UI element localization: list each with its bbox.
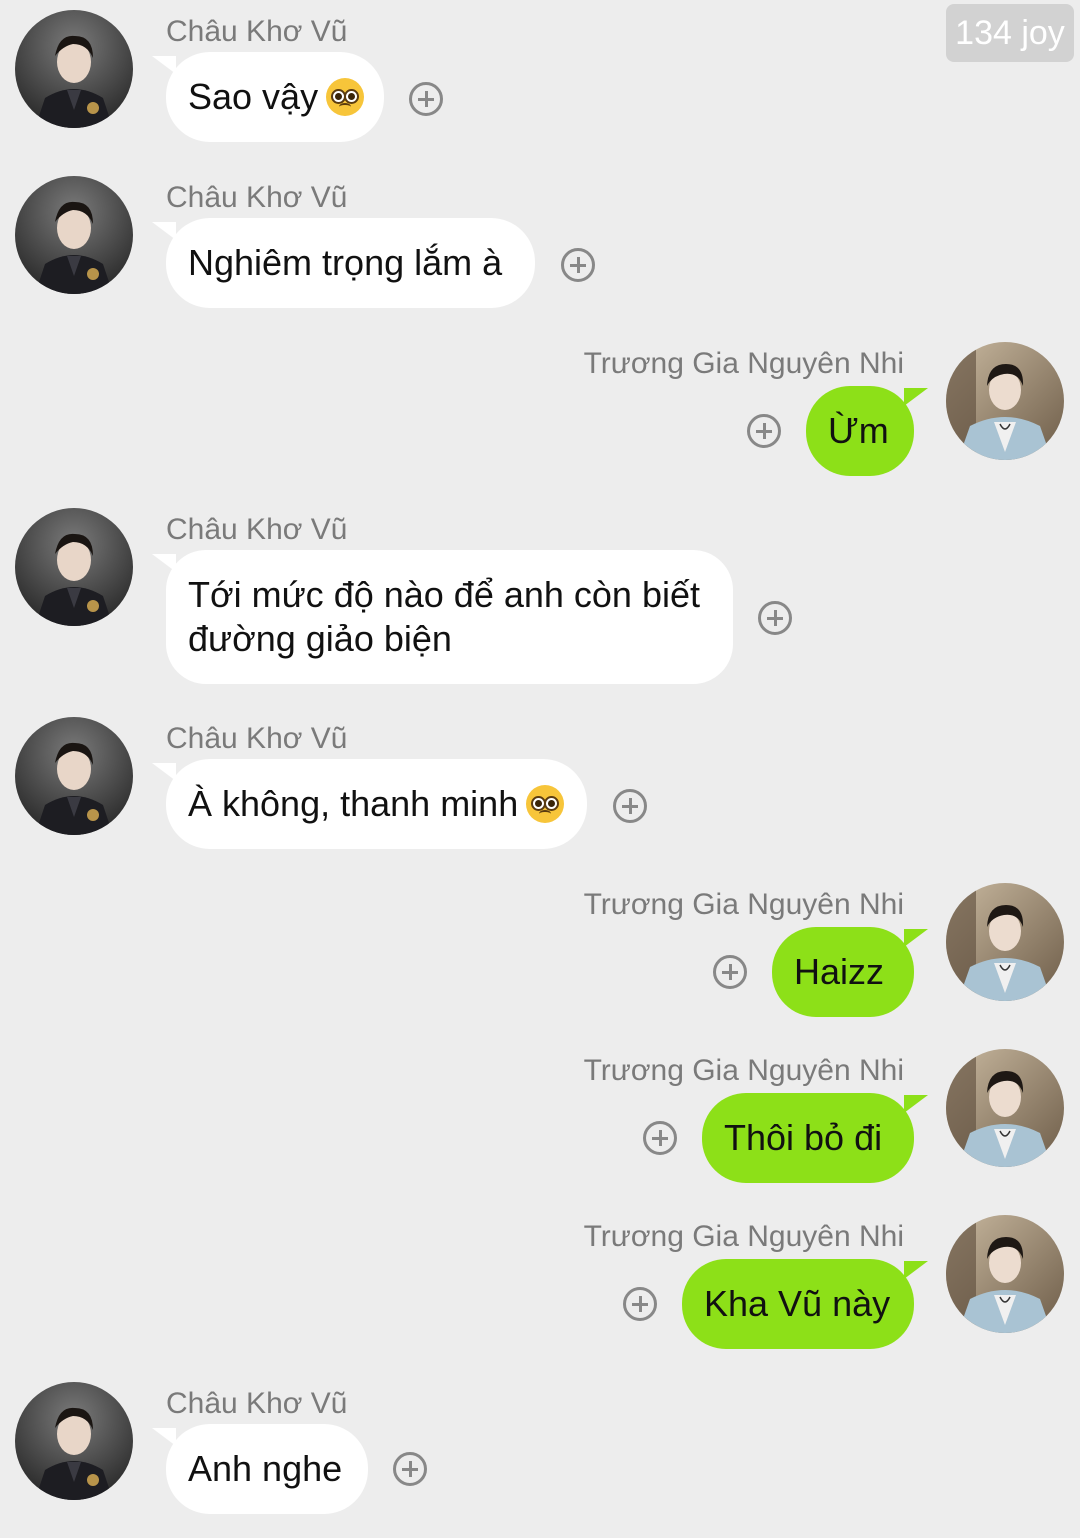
pleading-face-emoji-icon — [526, 785, 565, 823]
message-bubble[interactable]: Haizz — [772, 927, 914, 1017]
message-bubble[interactable]: Nghiêm trọng lắm à — [166, 218, 535, 308]
avatar[interactable] — [946, 1049, 1064, 1167]
message-text: Anh nghe — [188, 1448, 343, 1489]
message-text: Kha Vũ này — [704, 1283, 891, 1324]
message-text: Ừm — [828, 410, 889, 451]
sender-name: Châu Khơ Vũ — [166, 15, 348, 48]
avatar[interactable] — [15, 1382, 133, 1500]
sender-name: Trương Gia Nguyên Nhi — [583, 1220, 904, 1253]
avatar-image — [15, 176, 133, 294]
bubble-tail — [904, 388, 928, 406]
avatar-image — [946, 1049, 1064, 1167]
message-text-line: đường giảo biện — [188, 618, 452, 659]
add-reaction-icon[interactable] — [613, 789, 647, 823]
avatar[interactable] — [15, 717, 133, 835]
add-reaction-icon[interactable] — [393, 1452, 427, 1486]
watermark-badge: 134 joy — [946, 4, 1074, 62]
avatar-image — [15, 508, 133, 626]
add-reaction-icon[interactable] — [747, 414, 781, 448]
avatar[interactable] — [15, 508, 133, 626]
avatar-image — [946, 1215, 1064, 1333]
message-bubble[interactable]: Thôi bỏ đi — [702, 1093, 914, 1183]
add-reaction-icon[interactable] — [758, 601, 792, 635]
sender-name: Châu Khơ Vũ — [166, 722, 348, 755]
add-reaction-icon[interactable] — [409, 82, 443, 116]
avatar[interactable] — [946, 342, 1064, 460]
message-text: Thôi bỏ đi — [724, 1117, 883, 1158]
bubble-tail — [904, 1261, 928, 1279]
avatar[interactable] — [946, 883, 1064, 1001]
message-bubble[interactable]: Ừm — [806, 386, 914, 476]
sender-name: Trương Gia Nguyên Nhi — [583, 1054, 904, 1087]
avatar-image — [946, 342, 1064, 460]
message-text: Haizz — [794, 951, 885, 992]
add-reaction-icon[interactable] — [643, 1121, 677, 1155]
sender-name: Trương Gia Nguyên Nhi — [583, 347, 904, 380]
bubble-tail — [904, 1095, 928, 1113]
message-bubble[interactable]: Kha Vũ này — [682, 1259, 914, 1349]
message-bubble[interactable]: Sao vậy — [166, 52, 384, 142]
avatar-image — [15, 10, 133, 128]
sender-name: Châu Khơ Vũ — [166, 1387, 348, 1420]
message-text: Nghiêm trọng lắm à — [188, 242, 503, 283]
avatar-image — [15, 1382, 133, 1500]
avatar-image — [946, 883, 1064, 1001]
add-reaction-icon[interactable] — [561, 248, 595, 282]
add-reaction-icon[interactable] — [623, 1287, 657, 1321]
avatar[interactable] — [15, 176, 133, 294]
message-bubble[interactable]: Tới mức độ nào để anh còn biết đường giả… — [166, 550, 733, 684]
bubble-tail — [904, 929, 928, 947]
sender-name: Trương Gia Nguyên Nhi — [583, 888, 904, 921]
avatar[interactable] — [15, 10, 133, 128]
sender-name: Châu Khơ Vũ — [166, 181, 348, 214]
message-text: Sao vậy — [188, 76, 319, 117]
message-bubble[interactable]: À không, thanh minh — [166, 759, 587, 849]
message-bubble[interactable]: Anh nghe — [166, 1424, 368, 1514]
avatar[interactable] — [946, 1215, 1064, 1333]
avatar-image — [15, 717, 133, 835]
sender-name: Châu Khơ Vũ — [166, 513, 348, 546]
add-reaction-icon[interactable] — [713, 955, 747, 989]
message-text: À không, thanh minh — [188, 783, 519, 824]
message-text-line: Tới mức độ nào để anh còn biết — [188, 574, 700, 615]
pleading-face-emoji-icon — [326, 78, 365, 116]
